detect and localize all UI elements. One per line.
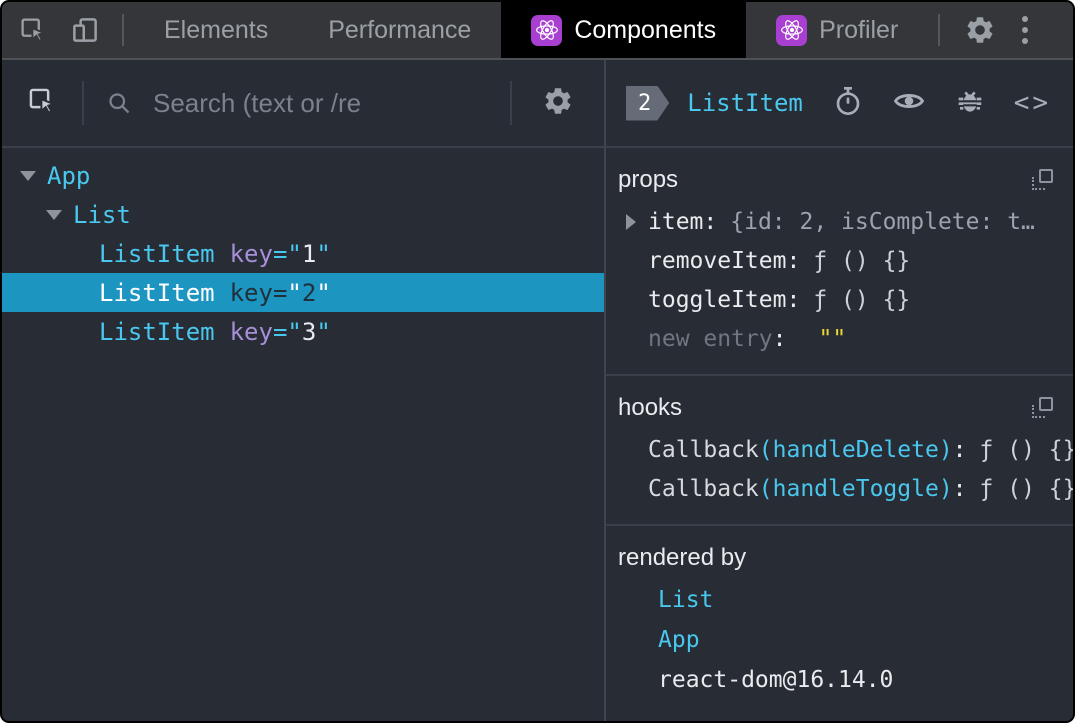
- copy-hooks-button[interactable]: [1031, 397, 1053, 419]
- key-attribute: key="1": [229, 239, 331, 268]
- hook-value: ƒ () {}: [979, 436, 1075, 463]
- rendered-by-list[interactable]: List: [606, 580, 1073, 620]
- hook-value: ƒ () {}: [979, 475, 1075, 502]
- collapse-arrow-icon[interactable]: [20, 170, 36, 181]
- props-section: props item: {id: 2, isComplete: t… remove…: [606, 148, 1073, 376]
- key-badge: 2: [626, 86, 669, 121]
- prop-value: ƒ () {}: [813, 247, 911, 274]
- search-input[interactable]: [151, 86, 486, 120]
- prop-row-toggleitem[interactable]: toggleItem: ƒ () {}: [606, 280, 1073, 319]
- toolbar-separator: [122, 14, 124, 46]
- component-name: ListItem: [99, 239, 215, 268]
- component-tree-panel: App List ListItem key="1" ListItem key="2"…: [2, 60, 606, 721]
- details-header: 2 ListItem <>: [606, 60, 1073, 148]
- components-panel: App List ListItem key="1" ListItem key="2"…: [2, 60, 1073, 721]
- more-menu-icon: [1022, 16, 1029, 22]
- component-tree: App List ListItem key="1" ListItem key="2"…: [2, 148, 604, 721]
- tree-row-listitem-1[interactable]: ListItem key="1": [2, 234, 604, 273]
- selected-component-title: ListItem: [687, 89, 803, 117]
- rendered-by-app[interactable]: App: [606, 620, 1073, 660]
- search-icon: [109, 92, 130, 113]
- props-label: props: [618, 166, 679, 193]
- view-source-button[interactable]: <>: [1014, 88, 1051, 118]
- tree-row-listitem-3[interactable]: ListItem key="3": [2, 312, 604, 351]
- react-icon: [531, 14, 563, 46]
- devtools-window: Elements Performance Components Profiler…: [0, 0, 1075, 723]
- select-component-button[interactable]: [2, 85, 70, 122]
- log-to-console-button[interactable]: [954, 85, 986, 122]
- component-name: App: [47, 161, 91, 190]
- prop-row-new-entry[interactable]: new entry: "": [606, 319, 1073, 358]
- tab-elements[interactable]: Elements: [134, 2, 298, 58]
- prop-row-removeitem[interactable]: removeItem: ƒ () {}: [606, 241, 1073, 280]
- tab-label: Performance: [328, 15, 472, 44]
- component-name: List: [73, 200, 131, 229]
- hooks-label: hooks: [618, 394, 683, 421]
- stopwatch-icon: [836, 86, 860, 115]
- inspect-dom-button[interactable]: [892, 84, 926, 123]
- tree-row-list[interactable]: List: [2, 195, 604, 234]
- component-name: ListItem: [99, 317, 215, 346]
- tab-label: Elements: [164, 15, 269, 44]
- devtools-toolbar: Elements Performance Components Profiler: [2, 2, 1073, 60]
- hooks-section: hooks Callback(handleDelete): ƒ () {} Cal…: [606, 376, 1073, 526]
- more-menu-button[interactable]: [1010, 2, 1046, 58]
- search-box: [96, 86, 498, 120]
- toolbar-separator: [82, 81, 84, 125]
- toolbar-separator: [510, 81, 512, 125]
- key-attribute: key="2": [229, 278, 331, 307]
- settings-gear-icon: [545, 87, 571, 114]
- tree-toolbar: [2, 60, 604, 148]
- prop-value: ƒ () {}: [813, 286, 911, 313]
- inspect-component-icon: [29, 88, 57, 114]
- react-icon: [776, 14, 808, 46]
- collapse-arrow-icon[interactable]: [46, 209, 62, 220]
- tab-performance[interactable]: Performance: [298, 2, 501, 58]
- inspect-element-icon: [21, 18, 47, 43]
- rendered-by-section: rendered by List App react-dom@16.14.0: [606, 526, 1073, 721]
- copy-props-button[interactable]: [1031, 169, 1053, 191]
- device-toolbar-icon: [73, 18, 97, 42]
- device-toolbar-button[interactable]: [58, 2, 112, 58]
- eye-icon: [893, 93, 924, 108]
- component-details-panel: 2 ListItem <> props item: {id: 2, isCom…: [606, 60, 1073, 721]
- expand-arrow-icon[interactable]: [626, 213, 636, 230]
- prop-value: {id: 2, isComplete: t…: [730, 208, 1035, 235]
- tab-label: Profiler: [819, 15, 899, 44]
- hook-row-handletoggle[interactable]: Callback(handleToggle): ƒ () {}: [606, 469, 1073, 508]
- rendered-by-react-dom: react-dom@16.14.0: [658, 667, 894, 693]
- settings-gear-icon: [967, 17, 993, 43]
- new-entry-value-input[interactable]: "": [818, 326, 846, 352]
- details-actions: <>: [832, 84, 1051, 123]
- hook-row-handledelete[interactable]: Callback(handleDelete): ƒ () {}: [606, 430, 1073, 469]
- tree-row-app[interactable]: App: [2, 156, 604, 195]
- toolbar-separator: [938, 14, 941, 46]
- prop-row-item[interactable]: item: {id: 2, isComplete: t…: [606, 202, 1073, 241]
- tree-row-listitem-2-selected[interactable]: ListItem key="2": [2, 273, 604, 312]
- bug-icon: [958, 91, 982, 112]
- inspect-element-button[interactable]: [2, 2, 58, 58]
- key-attribute: key="3": [229, 317, 331, 346]
- tab-label: Components: [574, 15, 717, 44]
- suspend-stopwatch-button[interactable]: [832, 85, 864, 122]
- rendered-by-label: rendered by: [618, 544, 747, 571]
- component-name: ListItem: [99, 278, 215, 307]
- devtools-settings-button[interactable]: [950, 2, 1010, 58]
- tree-settings-button[interactable]: [524, 85, 604, 122]
- tab-components[interactable]: Components: [501, 2, 747, 58]
- tab-profiler[interactable]: Profiler: [746, 2, 928, 58]
- view-source-icon: <>: [1013, 88, 1051, 118]
